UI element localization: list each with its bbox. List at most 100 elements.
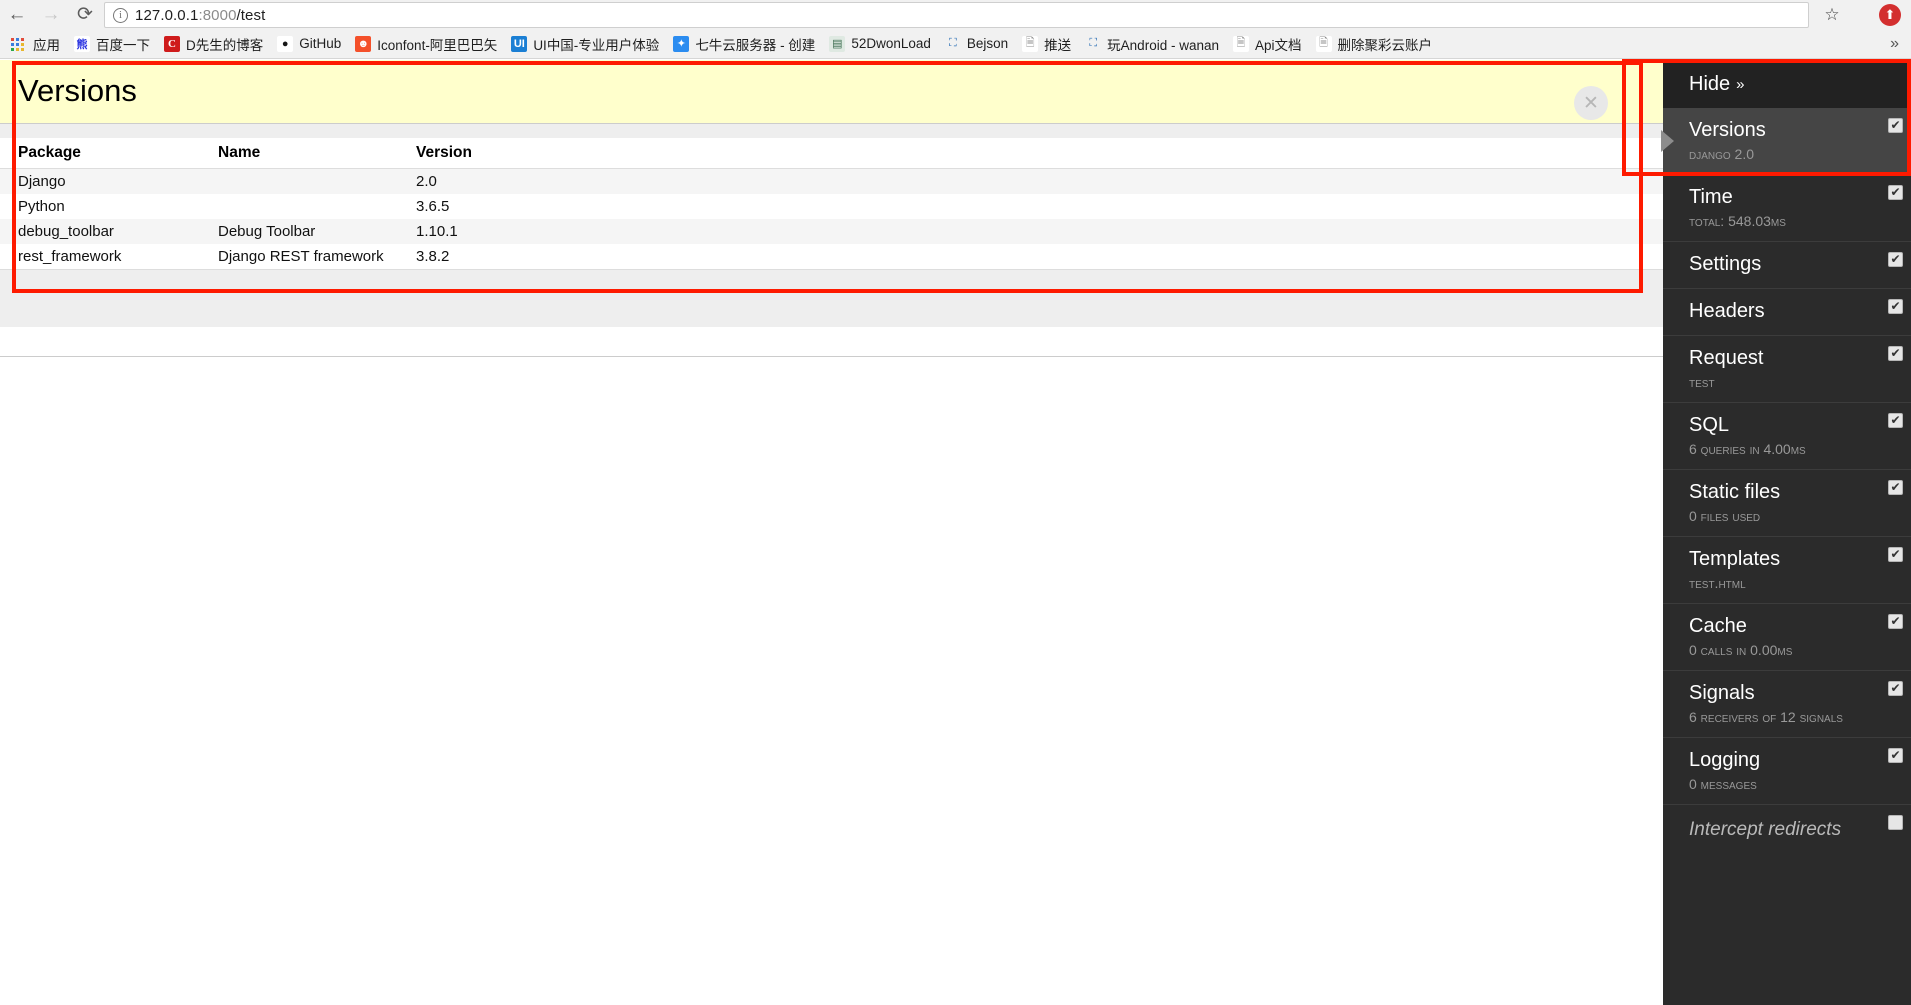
djdt-panel-title: Time	[1689, 186, 1733, 208]
bookmark-item[interactable]: C D先生的博客	[157, 32, 270, 56]
bookmark-label: 删除聚彩云账户	[1337, 37, 1433, 53]
table-row: Django 2.0	[0, 168, 1663, 195]
close-icon[interactable]: ✕	[1574, 86, 1608, 120]
djdt-panel-item[interactable]: Time Total: 548.03ms ✔	[1663, 175, 1911, 242]
djdt-panel-item[interactable]: Settings ✔	[1663, 242, 1911, 289]
djdt-panel-title: Logging	[1689, 749, 1761, 771]
bookmark-label: 七牛云服务器 - 创建	[695, 37, 816, 53]
column-header-package: Package	[0, 138, 200, 169]
intercept-redirects-checkbox[interactable]	[1888, 815, 1903, 830]
djdt-panel-title: Versions	[1689, 119, 1766, 141]
djdt-panel-content: Package Name Version Django 2.0 Python 3.6.…	[0, 138, 1663, 327]
intercept-redirects-row[interactable]: Intercept redirects	[1663, 805, 1911, 854]
bookmark-item[interactable]: 应用	[4, 32, 67, 56]
djdt-panel-item[interactable]: Templates test.html ✔	[1663, 537, 1911, 604]
column-header-version: Version	[398, 138, 1663, 169]
djdt-panel-checkbox[interactable]: ✔	[1888, 614, 1903, 629]
djdt-panel-subtitle: 0 messages	[1689, 776, 1757, 792]
djdt-panel-item[interactable]: Static files 0 files used ✔	[1663, 470, 1911, 537]
bookmark-item[interactable]: ● GitHub	[270, 32, 348, 56]
site-info-icon[interactable]: i	[113, 7, 128, 23]
djdt-panel-title: Signals	[1689, 682, 1755, 704]
djdt-panel-checkbox[interactable]: ✔	[1888, 185, 1903, 200]
table-cell: 3.6.5	[416, 198, 450, 215]
bookmarks-bar: 应用熊百度一下 C D先生的博客 ● GitHub ☻ Iconfont-阿里巴巴矢 UI UI…	[0, 29, 1911, 59]
hide-toolbar-button[interactable]: Hide »	[1663, 60, 1911, 108]
djdt-panel-item[interactable]: Cache 0 calls in 0.00ms ✔	[1663, 604, 1911, 671]
bookmark-label: UI中国-专业用户体验	[533, 37, 660, 53]
bookmark-label: 应用	[33, 37, 60, 53]
djdt-panel-checkbox[interactable]: ✔	[1888, 480, 1903, 495]
bookmark-item[interactable]: ⛶ 玩Android - wanan	[1078, 32, 1226, 56]
djdt-panel-title: SQL	[1689, 414, 1730, 436]
bookmark-item[interactable]: ✦ 七牛云服务器 - 创建	[666, 32, 822, 56]
iconfont-icon: ☻	[355, 35, 372, 52]
android-icon: ⛶	[949, 37, 957, 49]
address-bar[interactable]: i 127.0.0.1:8000/test	[104, 2, 1809, 28]
table-cell: Django	[18, 173, 66, 190]
djdt-panel-subtitle: 0 calls in 0.00ms	[1689, 642, 1793, 658]
bookmark-item[interactable]: 🗎 推送	[1015, 32, 1078, 56]
bookmark-star-icon[interactable]: ☆	[1821, 4, 1843, 26]
qiniu-icon: ✦	[673, 35, 690, 52]
csdn-icon: C	[164, 35, 180, 52]
djdt-panel-checkbox[interactable]: ✔	[1888, 748, 1903, 763]
djdt-panel-checkbox[interactable]: ✔	[1888, 413, 1903, 428]
djdt-panel-checkbox[interactable]: ✔	[1888, 118, 1903, 133]
browser-toolbar: ← → ⟳ i 127.0.0.1:8000/test ☆ ⬆	[0, 0, 1911, 29]
djdt-panel-title: Templates	[1689, 548, 1781, 570]
djdt-panel-title: Cache	[1689, 615, 1747, 637]
table-cell: rest_framework	[18, 248, 122, 265]
github-icon: ●	[277, 35, 294, 52]
bookmark-item[interactable]: 🗎 删除聚彩云账户	[1309, 32, 1440, 56]
djdt-panel-item[interactable]: Signals 6 receivers of 12 signals ✔	[1663, 671, 1911, 738]
djdt-panel-checkbox[interactable]: ✔	[1888, 547, 1903, 562]
bookmarks-overflow-icon[interactable]: »	[1890, 35, 1899, 53]
page-icon: 🗎	[1315, 35, 1332, 52]
page-content: Versions ✕ Package Name Version Django 2.…	[0, 59, 1911, 1005]
forward-icon[interactable]: →	[34, 0, 68, 29]
djdt-panel-title: Settings	[1689, 253, 1762, 275]
active-arrow-icon	[1661, 130, 1674, 152]
table-row: rest_framework Django REST framework 3.8.2	[0, 244, 1663, 269]
bookmark-item[interactable]: UI UI中国-专业用户体验	[504, 32, 666, 56]
profile-avatar-icon[interactable]: ⬆	[1879, 4, 1901, 26]
table-cell	[200, 169, 398, 195]
djdt-panel-item[interactable]: Versions Django 2.0 ✔	[1661, 108, 1911, 175]
djdt-panel-item[interactable]: SQL 6 queries in 4.00ms ✔	[1663, 403, 1911, 470]
djdt-panel-item[interactable]: Headers ✔	[1663, 289, 1911, 336]
intercept-redirects-label: Intercept redirects	[1689, 819, 1842, 840]
table-row: debug_toolbar Debug Toolbar 1.10.1	[0, 219, 1663, 244]
url-path: /test	[236, 6, 266, 24]
djdt-panel-item[interactable]: Request test ✔	[1663, 336, 1911, 403]
bookmark-label: 推送	[1044, 37, 1072, 53]
djdt-panel-subtitle: 6 queries in 4.00ms	[1689, 441, 1806, 457]
bookmark-item[interactable]: 熊百度一下	[67, 32, 157, 56]
djdt-panel-checkbox[interactable]: ✔	[1888, 252, 1903, 267]
djdt-panel-checkbox[interactable]: ✔	[1888, 681, 1903, 696]
table-cell: 3.8.2	[416, 248, 450, 265]
djdt-panel-item[interactable]: Logging 0 messages ✔	[1663, 738, 1911, 805]
bookmark-item[interactable]: ⛶ Bejson	[938, 32, 1015, 56]
back-icon[interactable]: ←	[0, 0, 34, 29]
table-cell: Python	[18, 198, 65, 215]
bookmark-item[interactable]: ▤ 52DwonLoad	[822, 32, 938, 56]
djdt-panel-subtitle: 0 files used	[1689, 508, 1761, 524]
djdt-panel-subtitle: test	[1689, 374, 1715, 390]
table-cell: 1.10.1	[416, 223, 458, 240]
djdt-panel-checkbox[interactable]: ✔	[1888, 346, 1903, 361]
table-cell: Debug Toolbar	[218, 223, 316, 240]
bookmark-item[interactable]: ☻ Iconfont-阿里巴巴矢	[348, 32, 504, 56]
browser-window: ← → ⟳ i 127.0.0.1:8000/test ☆ ⬆ 应用熊百度一下 C…	[0, 0, 1911, 1005]
bookmark-label: D先生的博客	[186, 37, 264, 53]
chevron-right-icon: »	[1736, 75, 1745, 93]
djdt-panel-checkbox[interactable]: ✔	[1888, 299, 1903, 314]
bookmark-label: 百度一下	[96, 37, 150, 53]
bookmark-item[interactable]: 🗎 Api文档	[1226, 32, 1309, 56]
hide-label: Hide	[1689, 72, 1731, 95]
bookmark-label: 玩Android - wanan	[1107, 37, 1219, 53]
reload-icon[interactable]: ⟳	[68, 0, 102, 29]
versions-table: Package Name Version Django 2.0 Python 3.6.…	[0, 138, 1663, 269]
url-port: :8000	[198, 6, 237, 24]
djdt-panel-title: Request	[1689, 347, 1764, 369]
